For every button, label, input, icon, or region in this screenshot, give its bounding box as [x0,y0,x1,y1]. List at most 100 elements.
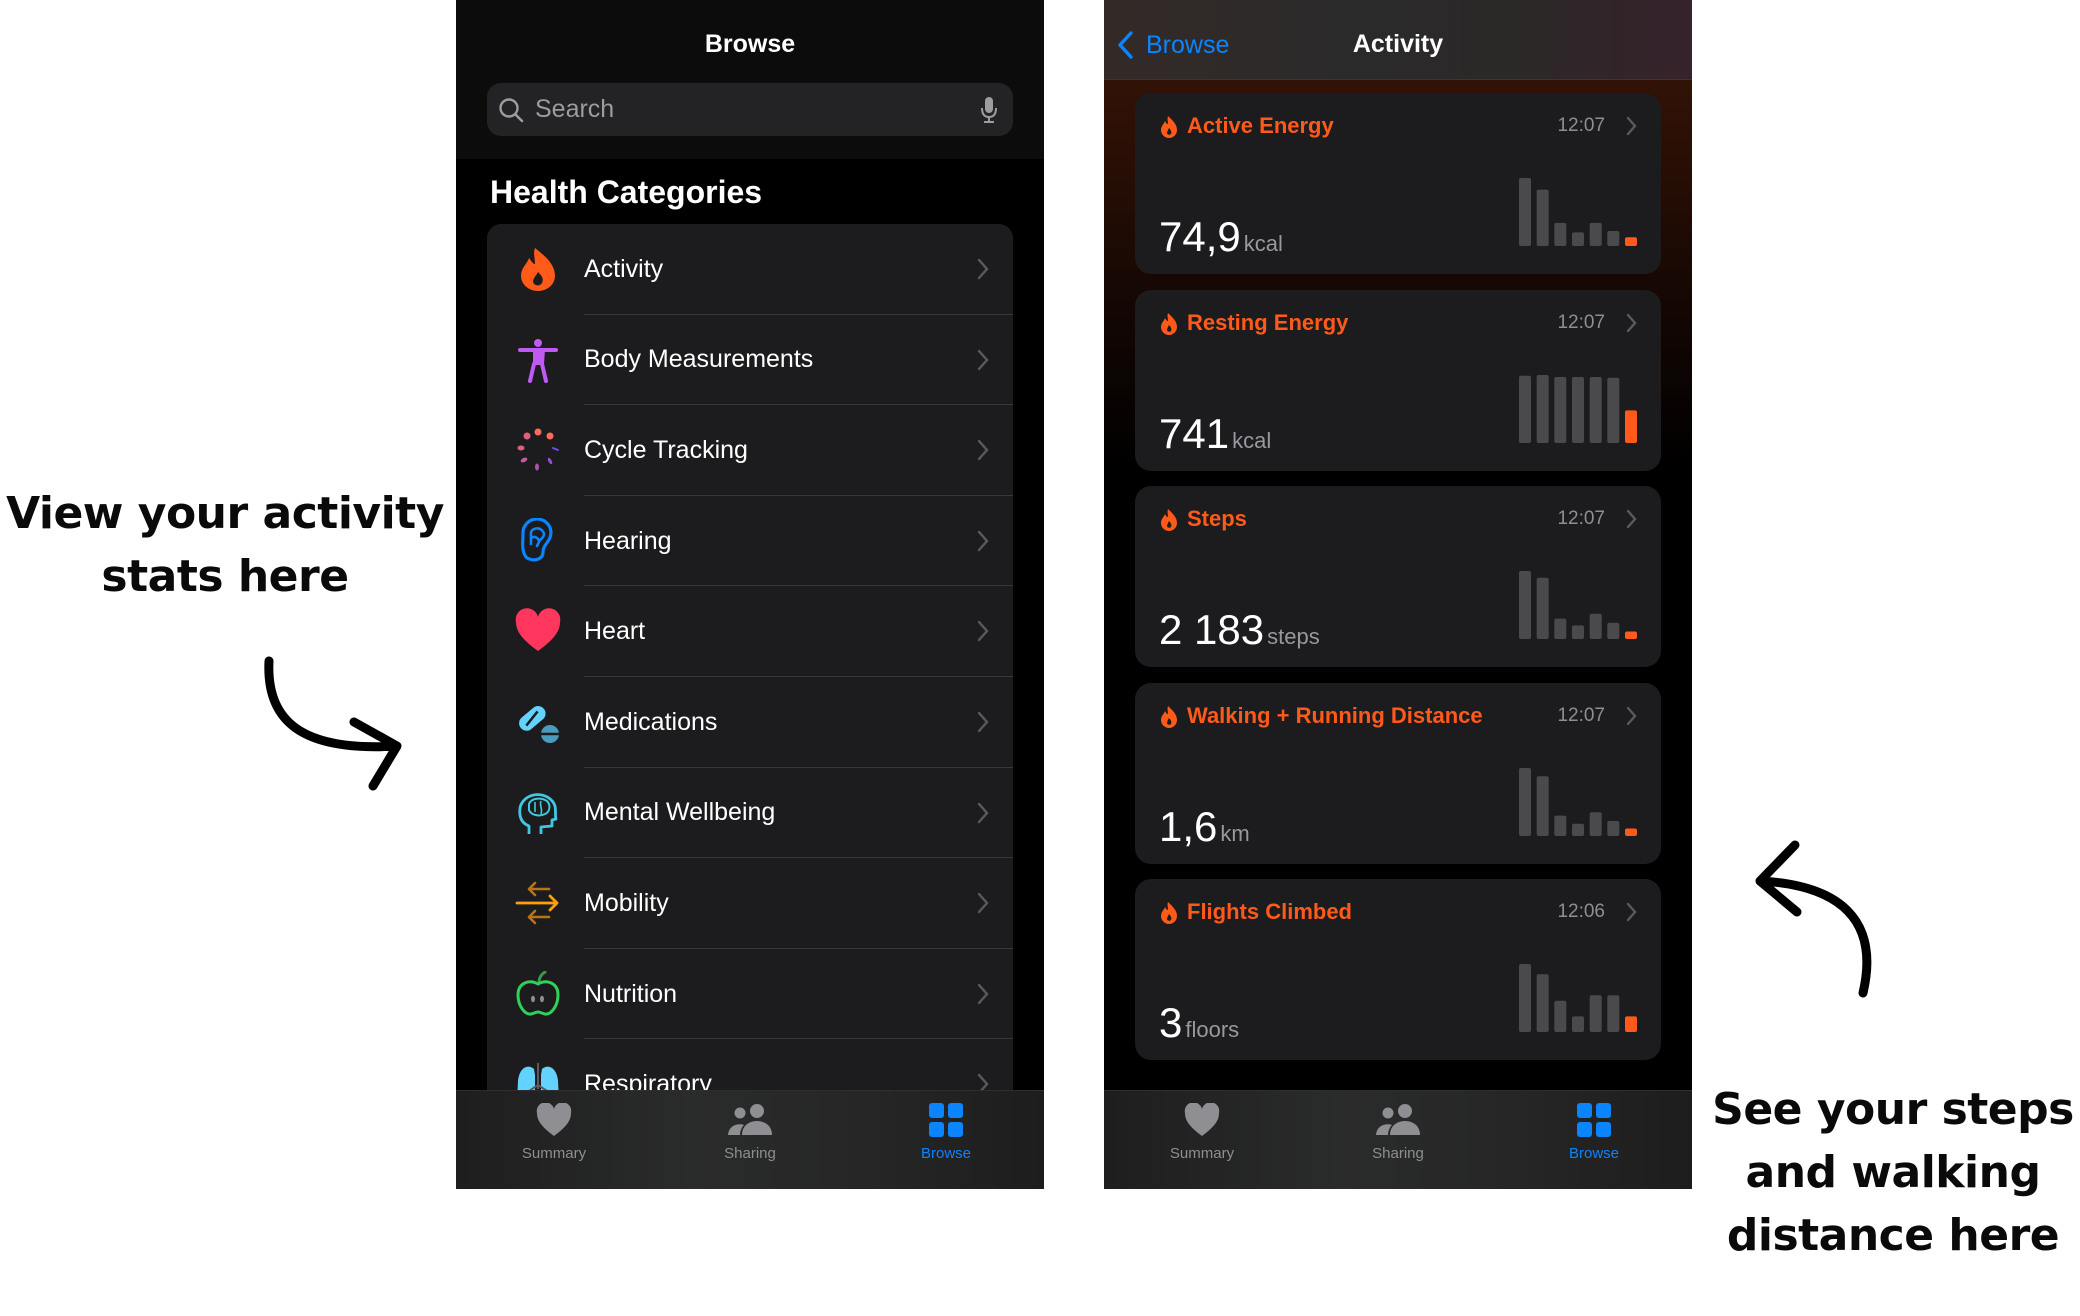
bar [1536,189,1549,246]
grid-icon [1577,1103,1611,1137]
tab-browse[interactable]: Browse [1496,1091,1692,1189]
bar [1554,618,1567,639]
tab-summary[interactable]: Summary [456,1091,652,1189]
chevron-right-icon [977,349,989,370]
category-row-nutrition[interactable]: Nutrition [487,949,1013,1040]
metric-unit: km [1220,820,1250,846]
tab-label: Sharing [1372,1145,1424,1162]
flame-icon [1161,902,1177,924]
bar [1519,767,1531,836]
category-row-body-measurements[interactable]: Body Measurements [487,315,1013,406]
metric-card-active-energy[interactable]: Active Energy 12:07 74,9 kcal [1135,93,1661,274]
metric-value: 2 183 steps [1159,606,1320,654]
bar [1572,823,1584,836]
metric-unit: steps [1267,624,1320,649]
metric-card-steps[interactable]: Steps 12:07 2 183 steps [1135,486,1661,667]
bar [1519,964,1531,1032]
tab-sharing[interactable]: Sharing [1300,1091,1496,1189]
chevron-right-icon [977,621,989,642]
category-row-cycle-tracking[interactable]: Cycle Tracking [487,405,1013,496]
chevron-right-icon [1626,313,1637,332]
category-label: Medications [584,707,718,736]
metric-number: 74,9 [1159,213,1241,260]
tab-sharing[interactable]: Sharing [652,1091,848,1189]
chevron-right-icon [1626,706,1637,725]
category-row-activity[interactable]: Activity [487,224,1013,315]
search-bar[interactable] [487,83,1013,136]
bar [1589,613,1602,639]
health-categories-list: Activity Body Measurements Cycle Trackin… [487,224,1013,1124]
bar-current [1625,409,1637,443]
bar [1554,1000,1567,1032]
body-figure-icon [518,338,558,383]
category-row-mobility[interactable]: Mobility [487,858,1013,949]
metric-card-flights-climbed[interactable]: Flights Climbed 12:06 3 floors [1135,879,1661,1060]
tab-label: Summary [521,1145,587,1162]
annotation-right-line: and walking [1745,1147,2041,1198]
metric-time: 12:07 [1557,311,1605,333]
metric-number: 1,6 [1159,802,1218,850]
bar [1572,232,1584,246]
metric-card-walking-running-distance[interactable]: Walking + Running Distance 12:07 1,6 km [1135,682,1661,864]
tab-label: Summary [1169,1145,1235,1162]
category-row-hearing[interactable]: Hearing [487,496,1013,587]
tab-browse[interactable]: Browse [848,1091,1044,1189]
chevron-right-icon [977,530,989,551]
category-row-medications[interactable]: Medications [487,677,1013,768]
mini-bar-chart [1519,178,1637,246]
metric-title: Resting Energy [1187,309,1349,335]
heart-icon [515,608,561,652]
category-label: Mobility [584,888,669,917]
bar [1572,376,1584,443]
metric-value: 3 floors [1159,999,1239,1047]
chevron-right-icon [1626,902,1637,922]
curved-arrow-right-icon [264,656,402,791]
mini-bar-chart [1519,964,1637,1032]
chevron-right-icon [977,258,989,280]
curved-arrow-left-icon [1755,840,1872,998]
section-title: Health Categories [490,174,763,210]
metric-time: 12:07 [1557,115,1605,136]
metric-value: 74,9 kcal [1159,213,1283,261]
mini-bar-chart [1519,767,1637,836]
tab-label: Browse [920,1145,972,1162]
microphone-icon[interactable] [979,96,999,124]
annotation-right-line: distance here [1726,1210,2060,1261]
bar-current [1625,1016,1637,1032]
category-row-heart[interactable]: Heart [487,586,1013,677]
flame-icon [521,248,555,291]
metric-number: 741 [1159,409,1230,457]
metric-unit: floors [1185,1017,1240,1042]
search-input[interactable] [535,83,955,136]
category-label: Mental Wellbeing [584,798,776,827]
tab-summary[interactable]: Summary [1104,1091,1300,1189]
bar [1519,375,1531,443]
chevron-right-icon [977,711,989,733]
metric-number: 2 183 [1159,606,1265,653]
cycle-dots-icon [517,428,559,471]
bar [1554,815,1567,836]
metric-card-resting-energy[interactable]: Resting Energy 12:07 741 kcal [1135,289,1661,471]
category-row-mental-wellbeing[interactable]: Mental Wellbeing [487,768,1013,859]
chevron-right-icon [977,892,989,914]
bar [1572,1016,1584,1032]
bar [1607,622,1620,639]
heart-icon [1184,1103,1220,1136]
page-title: Browse [704,30,796,58]
mini-bar-chart [1519,374,1637,443]
bar [1589,222,1602,246]
flame-icon [1161,705,1177,728]
people-icon [1376,1104,1420,1135]
nav-header: Browse Activity [1104,0,1692,80]
bar [1519,571,1531,639]
heart-icon [536,1103,572,1136]
browse-screen: Browse Health Categories Activity Body M… [456,0,1044,1189]
annotation-left: View your activity stats here [0,482,450,608]
annotation-left-line: stats here [101,551,349,602]
flame-icon [1161,509,1177,531]
metric-title: Flights Climbed [1187,899,1352,924]
chevron-right-icon [1626,509,1637,529]
metric-unit: kcal [1243,231,1283,256]
category-label: Nutrition [584,979,678,1008]
tab-bar: Summary Sharing Browse [1104,1090,1692,1189]
